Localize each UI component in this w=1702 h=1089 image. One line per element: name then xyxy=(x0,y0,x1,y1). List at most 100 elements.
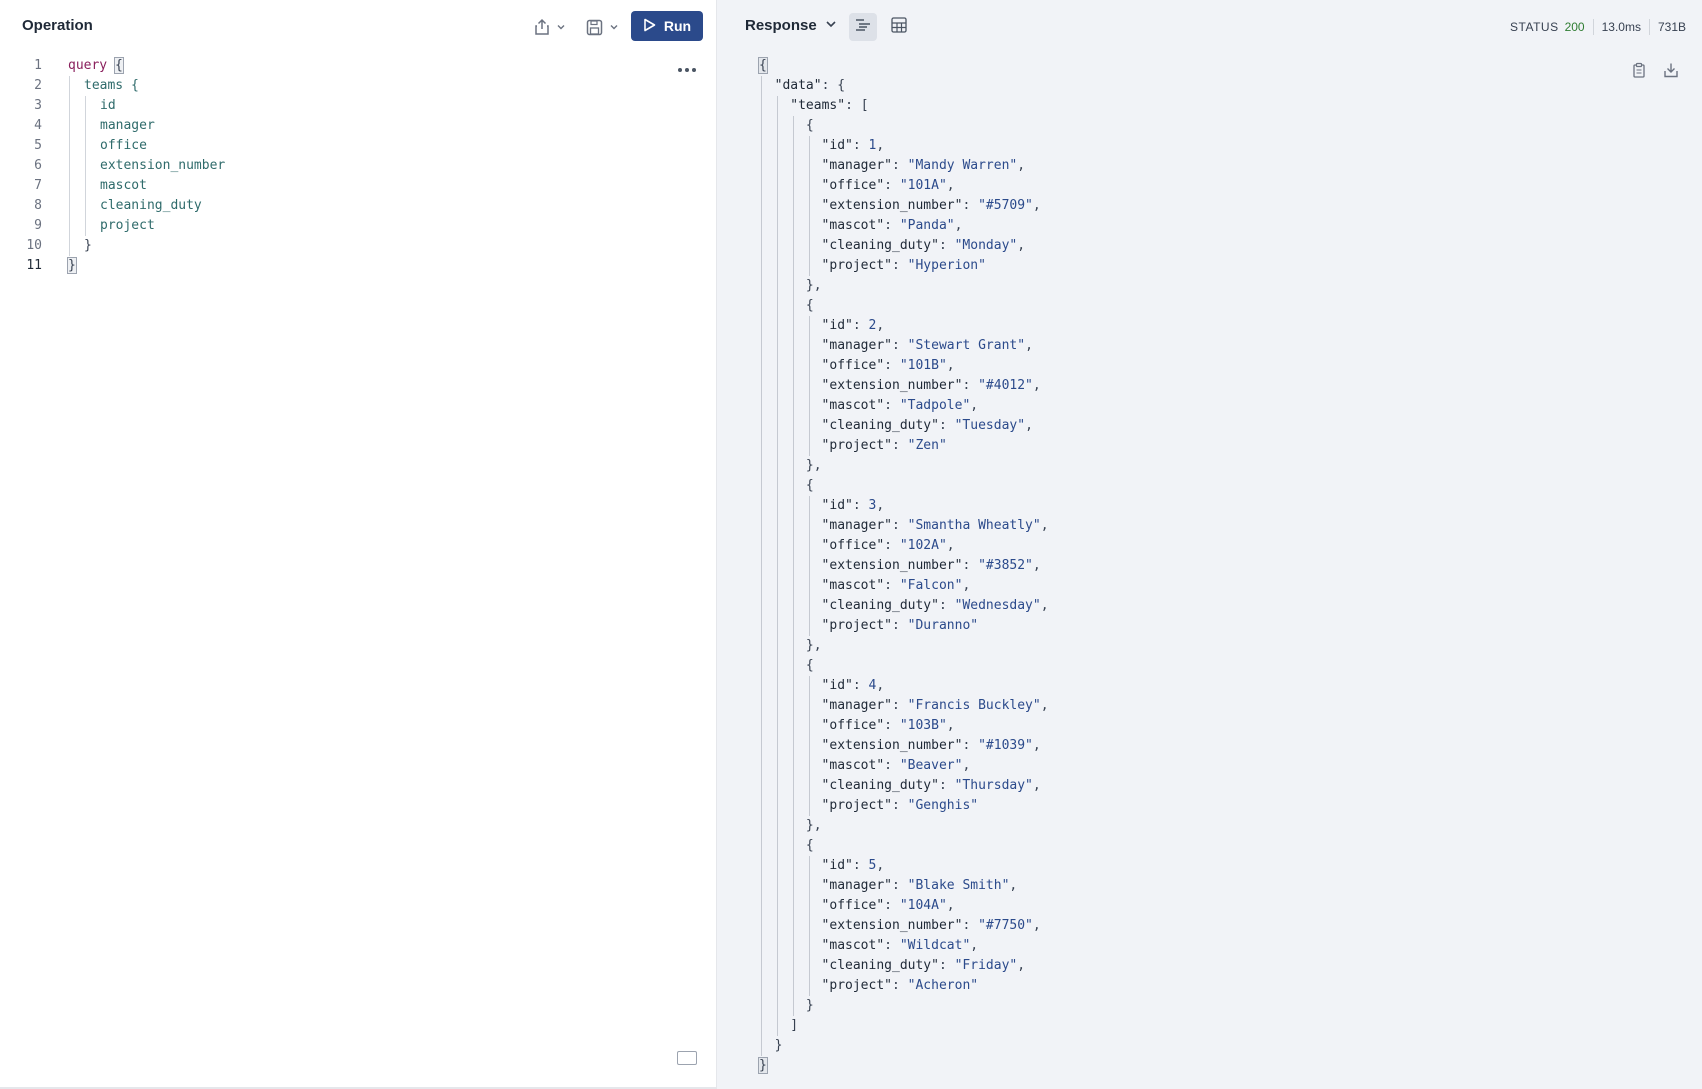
code-text: office xyxy=(100,138,147,153)
clipboard-icon[interactable] xyxy=(1631,62,1647,78)
indent-guide xyxy=(809,496,810,636)
json-value: "Wildcat" xyxy=(899,938,971,953)
json-line: "cleaning_duty": "Thursday", xyxy=(821,778,1041,793)
line-number: 10 xyxy=(26,238,42,253)
operation-title: Operation xyxy=(22,17,93,34)
json-value: "Francis Buckley" xyxy=(907,698,1041,713)
response-body[interactable]: {"data": {"teams": [{"id": 1, "manager": … xyxy=(758,56,1049,1076)
operation-editor[interactable]: 1 query { 2 teams { 3 id 4 manager 5 off… xyxy=(0,56,700,276)
json-line: "mascot": "Wildcat", xyxy=(821,938,979,953)
json-value: "Hyperion" xyxy=(907,258,986,273)
json-line: "extension_number": "#4012", xyxy=(821,378,1041,393)
json-line: } xyxy=(774,1038,783,1053)
code-line: 8 cleaning_duty xyxy=(0,196,700,216)
line-number: 7 xyxy=(34,178,42,193)
json-line: "id": 4, xyxy=(821,678,885,693)
indent-guide xyxy=(793,116,794,1016)
json-line: "cleaning_duty": "Wednesday", xyxy=(821,598,1049,613)
save-menu-button[interactable] xyxy=(586,12,619,42)
json-line: } xyxy=(805,998,814,1013)
code-line: 6 extension_number xyxy=(0,156,700,176)
download-icon[interactable] xyxy=(1663,62,1679,78)
json-line: "project": "Hyperion" xyxy=(821,258,986,273)
json-line: "mascot": "Panda", xyxy=(821,218,963,233)
line-number: 4 xyxy=(34,118,42,133)
code-line: 3 id xyxy=(0,96,700,116)
close-brace: } xyxy=(67,257,77,274)
json-value: "102A" xyxy=(899,538,947,553)
code-text: mascot xyxy=(100,178,147,193)
run-button[interactable]: Run xyxy=(631,11,703,41)
response-size: 731B xyxy=(1657,20,1686,34)
indent-guide xyxy=(777,96,778,1036)
json-value: "Stewart Grant" xyxy=(907,338,1026,353)
line-number: 2 xyxy=(34,78,42,93)
json-line: "extension_number": "#7750", xyxy=(821,918,1041,933)
share-icon xyxy=(534,18,550,36)
response-dropdown[interactable]: Response xyxy=(745,17,837,34)
run-label: Run xyxy=(663,18,692,34)
json-line: "mascot": "Beaver", xyxy=(821,758,971,773)
open-brace: { xyxy=(113,57,124,74)
code-line: 7 mascot xyxy=(0,176,700,196)
play-icon xyxy=(643,18,656,35)
json-value: "#7750" xyxy=(978,918,1033,933)
line-number: 9 xyxy=(34,218,42,233)
json-line: "project": "Genghis" xyxy=(821,798,979,813)
json-value: "Wednesday" xyxy=(954,598,1041,613)
status-label: STATUS xyxy=(1510,20,1559,34)
indent-guide xyxy=(761,76,762,1056)
code-line: 2 teams { xyxy=(0,76,700,96)
table-view-button[interactable] xyxy=(885,13,913,41)
status-separator xyxy=(1592,19,1594,35)
json-line: "manager": "Mandy Warren", xyxy=(821,158,1026,173)
json-line: "extension_number": "#1039", xyxy=(821,738,1041,753)
json-value: "Tadpole" xyxy=(899,398,971,413)
json-value: "Zen" xyxy=(907,438,947,453)
keyboard-icon[interactable] xyxy=(677,1051,697,1065)
json-line: "cleaning_duty": "Tuesday", xyxy=(821,418,1033,433)
code-line: 9 project xyxy=(0,216,700,236)
code-line: 5 office xyxy=(0,136,700,156)
text-view-icon xyxy=(855,18,871,37)
json-line: }, xyxy=(805,818,822,833)
json-line: "office": "103B", xyxy=(821,718,955,733)
code-line: 11 } xyxy=(0,256,700,276)
status-code: 200 xyxy=(1564,20,1585,34)
line-number: 1 xyxy=(34,58,42,73)
json-line: { xyxy=(758,57,768,74)
json-line: ] xyxy=(790,1018,799,1033)
json-value: "#3852" xyxy=(978,558,1033,573)
json-value: "104A" xyxy=(899,898,947,913)
json-value: "#1039" xyxy=(978,738,1033,753)
json-line: "extension_number": "#3852", xyxy=(821,558,1041,573)
json-line: { xyxy=(805,298,814,313)
json-line: "project": "Acheron" xyxy=(821,978,979,993)
code-text: project xyxy=(100,218,155,233)
json-line: "id": 1, xyxy=(821,138,885,153)
json-line: }, xyxy=(805,638,822,653)
code-text: cleaning_duty xyxy=(100,198,202,213)
text-view-button[interactable] xyxy=(849,13,877,41)
json-line: { xyxy=(805,118,814,133)
chevron-down-icon xyxy=(556,22,566,32)
indent-guide xyxy=(809,676,810,816)
json-line: "manager": "Blake Smith", xyxy=(821,878,1018,893)
json-line: }, xyxy=(805,458,822,473)
code-text: manager xyxy=(100,118,155,133)
indent-guide xyxy=(809,316,810,456)
status-separator xyxy=(1648,19,1650,35)
json-value: "Thursday" xyxy=(954,778,1033,793)
json-line: "project": "Duranno" xyxy=(821,618,979,633)
json-value: "101B" xyxy=(899,358,947,373)
json-value: "Friday" xyxy=(954,958,1018,973)
code-text: extension_number xyxy=(100,158,226,173)
line-number: 6 xyxy=(34,158,42,173)
line-number: 5 xyxy=(34,138,42,153)
json-line: "manager": "Francis Buckley", xyxy=(821,698,1049,713)
line-number: 8 xyxy=(34,198,42,213)
code-text: teams { xyxy=(84,78,139,93)
share-menu-button[interactable] xyxy=(534,12,566,42)
json-line: "office": "101A", xyxy=(821,178,955,193)
json-line: "office": "104A", xyxy=(821,898,955,913)
